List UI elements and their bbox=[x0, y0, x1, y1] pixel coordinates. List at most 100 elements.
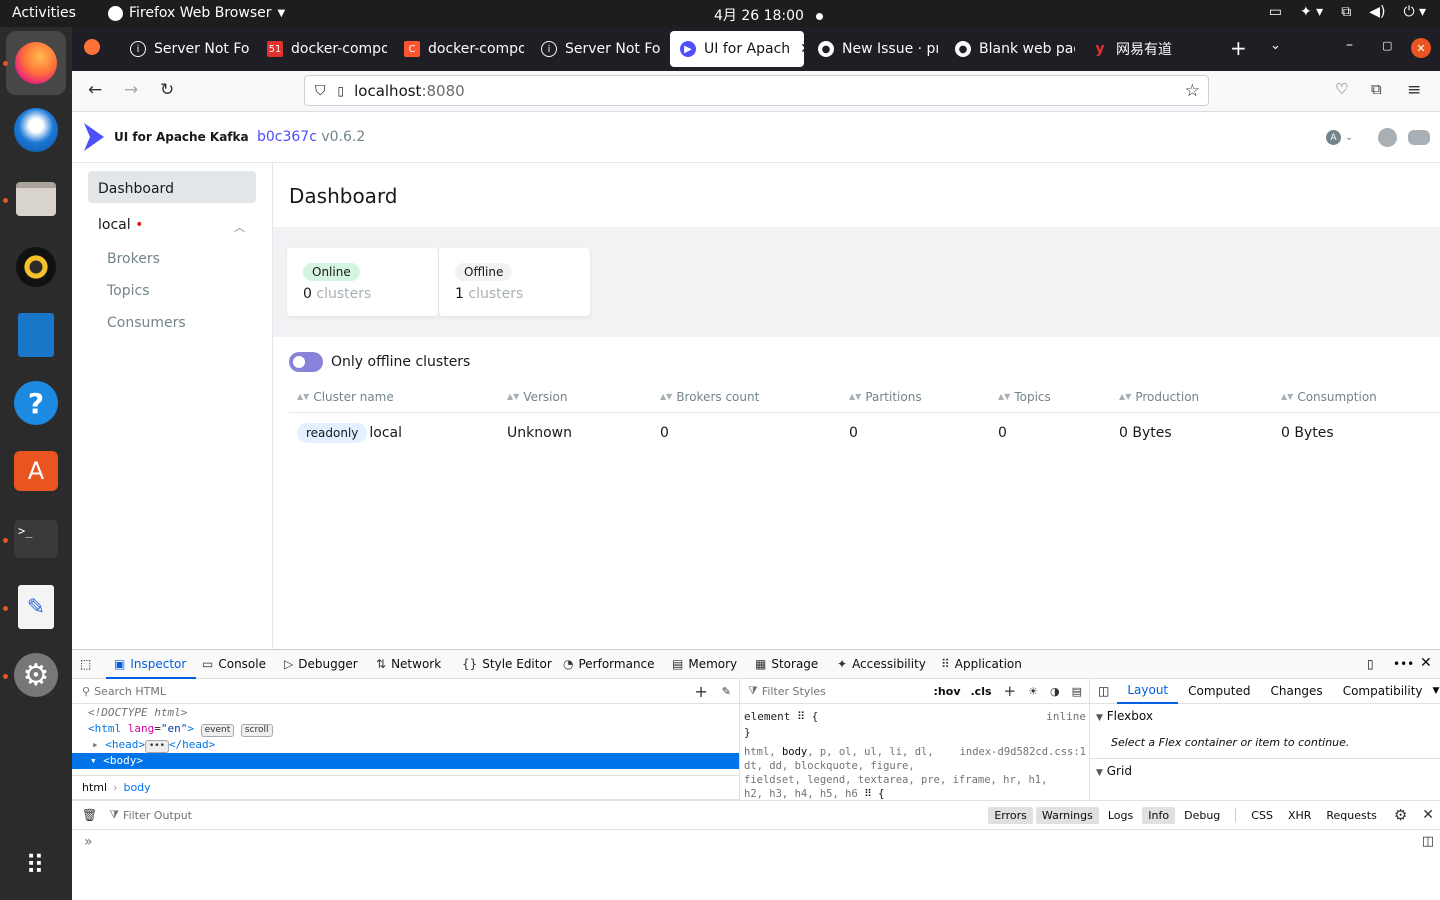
console-input[interactable]: » ◫ bbox=[72, 831, 1440, 861]
minimize-icon[interactable]: – bbox=[1346, 37, 1353, 53]
dock-thunderbird[interactable] bbox=[12, 106, 60, 154]
breadcrumb-html[interactable]: html bbox=[82, 781, 107, 794]
activities-button[interactable]: Activities bbox=[12, 5, 76, 21]
extensions-icon[interactable]: ⧉ bbox=[1371, 80, 1382, 98]
add-node-icon[interactable]: + bbox=[694, 682, 707, 701]
tab-layout[interactable]: Layout bbox=[1117, 678, 1179, 704]
tab-5[interactable]: ● New Issue · pr bbox=[808, 31, 938, 67]
new-tab-icon[interactable]: + bbox=[1230, 36, 1247, 60]
body-node-selected[interactable]: ▾ <body> bbox=[72, 753, 739, 769]
user-menu[interactable]: A ⌄ bbox=[1326, 130, 1353, 145]
flexbox-section[interactable]: ▼ Flexbox bbox=[1096, 709, 1153, 723]
console-settings-icon[interactable]: ⚙ bbox=[1394, 806, 1407, 824]
tab-memory[interactable]: ▤ Memory bbox=[672, 657, 737, 671]
back-icon[interactable]: ← bbox=[88, 80, 102, 100]
tab-network[interactable]: ⇅ Network bbox=[376, 657, 441, 671]
tab-3[interactable]: i Server Not Fou bbox=[531, 31, 661, 67]
tab-2[interactable]: Cdocker-compo bbox=[394, 31, 524, 67]
dock-text-editor[interactable]: ✎ bbox=[12, 583, 60, 631]
offline-toggle[interactable] bbox=[289, 352, 323, 372]
filter-styles-input[interactable]: Filter Styles bbox=[762, 685, 826, 698]
cls-toggle[interactable]: .cls bbox=[971, 685, 992, 698]
rule-file-link[interactable]: index-d9d582cd.css:1 bbox=[960, 745, 1086, 759]
head-node[interactable]: ▸ <head> ••• </head> bbox=[88, 737, 728, 753]
firefox-view-icon[interactable] bbox=[84, 39, 100, 55]
menu-icon[interactable]: ≡ bbox=[1407, 80, 1421, 100]
rule-reset[interactable]: html, body, p, ol, ul, li, dl, index-d9d5… bbox=[744, 745, 1086, 801]
breadcrumb-body[interactable]: body bbox=[123, 781, 150, 794]
tab-list-icon[interactable]: ⌄ bbox=[1270, 38, 1281, 53]
close-tab-icon[interactable]: ✕ bbox=[800, 41, 804, 57]
editor-mode-icon[interactable]: ◫ bbox=[1422, 834, 1434, 849]
tab-computed[interactable]: Computed bbox=[1178, 679, 1260, 703]
filter-requests[interactable]: Requests bbox=[1320, 807, 1382, 824]
sidebar-item-topics[interactable]: Topics bbox=[107, 283, 150, 299]
commit-link[interactable]: b0c367c bbox=[257, 129, 317, 145]
trash-icon[interactable]: 🗑 bbox=[82, 808, 97, 822]
filter-xhr[interactable]: XHR bbox=[1282, 807, 1317, 824]
tab-0[interactable]: i Server Not Fou bbox=[120, 31, 250, 67]
tab-storage[interactable]: ▦ Storage bbox=[755, 657, 818, 671]
clock[interactable]: 4月 26 18:00 bbox=[714, 5, 823, 25]
url-bar[interactable]: ⛉ ▯ localhost:8080 ☆ bbox=[304, 75, 1209, 106]
filter-info[interactable]: Info bbox=[1142, 806, 1176, 824]
scroll-badge[interactable]: scroll bbox=[240, 724, 273, 737]
bookmark-star-icon[interactable]: ☆ bbox=[1185, 81, 1200, 101]
reload-icon[interactable]: ↻ bbox=[160, 80, 174, 100]
col-topics[interactable]: ▲▼ Topics bbox=[998, 390, 1051, 404]
tab-changes[interactable]: Changes bbox=[1260, 679, 1332, 703]
sidebar-item-consumers[interactable]: Consumers bbox=[107, 315, 186, 331]
tab-debugger[interactable]: ▷ Debugger bbox=[284, 657, 358, 671]
light-theme-icon[interactable]: ☀ bbox=[1028, 685, 1038, 698]
chevron-down-icon[interactable]: ▼ bbox=[1433, 686, 1440, 696]
col-production[interactable]: ▲▼ Production bbox=[1119, 390, 1199, 404]
sidebar-item-brokers[interactable]: Brokers bbox=[107, 251, 160, 267]
doctype-node[interactable]: <!DOCTYPE html> bbox=[88, 705, 728, 721]
print-icon[interactable]: ▤ bbox=[1072, 685, 1082, 698]
dock-firefox[interactable] bbox=[6, 31, 66, 95]
dock-settings[interactable]: ⚙ bbox=[12, 651, 60, 699]
cluster-link[interactable]: local bbox=[369, 425, 402, 441]
rule-element[interactable]: element ⠿ {inline } bbox=[744, 709, 1086, 741]
filter-errors[interactable]: Errors bbox=[988, 806, 1033, 824]
filter-debug[interactable]: Debug bbox=[1178, 807, 1226, 824]
dock-writer[interactable] bbox=[12, 311, 60, 359]
kafka-logo-icon[interactable] bbox=[82, 123, 106, 151]
grid-section[interactable]: ▼ Grid bbox=[1090, 758, 1440, 783]
add-rule-icon[interactable]: + bbox=[1004, 682, 1017, 700]
filter-warnings[interactable]: Warnings bbox=[1035, 806, 1099, 824]
github-icon[interactable] bbox=[1378, 128, 1397, 147]
pocket-icon[interactable]: ♡ bbox=[1335, 80, 1348, 98]
sidebar-cluster-local[interactable]: local • bbox=[98, 217, 143, 233]
show-apps-button[interactable]: ⠿ bbox=[12, 842, 60, 890]
filter-output-input[interactable]: Filter Output bbox=[123, 809, 192, 822]
tab-7[interactable]: y 网易有道 bbox=[1082, 31, 1212, 67]
col-brokers-count[interactable]: ▲▼ Brokers count bbox=[660, 390, 759, 404]
responsive-icon[interactable]: ▯ bbox=[1367, 657, 1374, 671]
col-consumption[interactable]: ▲▼ Consumption bbox=[1281, 390, 1377, 404]
dock-help[interactable]: ? bbox=[12, 379, 60, 427]
close-window-icon[interactable]: ✕ bbox=[1411, 38, 1431, 58]
discord-icon[interactable] bbox=[1408, 130, 1430, 145]
filter-css[interactable]: CSS bbox=[1245, 807, 1279, 824]
app-menu[interactable]: Firefox Web Browser ▼ bbox=[108, 5, 285, 21]
more-options-icon[interactable]: ••• bbox=[1393, 657, 1414, 671]
dock-rhythmbox[interactable] bbox=[12, 243, 60, 291]
tab-inspector[interactable]: ▣ Inspector bbox=[106, 657, 196, 679]
tab-4-selected[interactable]: ▶ UI for Apach ✕ bbox=[670, 31, 804, 67]
tab-compatibility[interactable]: Compatibility bbox=[1333, 679, 1433, 703]
hov-toggle[interactable]: :hov bbox=[934, 685, 961, 698]
close-devtools-icon[interactable]: ✕ bbox=[1420, 655, 1432, 671]
sidebar-item-dashboard[interactable]: Dashboard bbox=[88, 171, 256, 203]
element-picker-icon[interactable]: ⬚ bbox=[80, 657, 91, 671]
tab-6[interactable]: ● Blank web pag bbox=[945, 31, 1075, 67]
sidebar-toggle-icon[interactable]: ◫ bbox=[1098, 684, 1109, 698]
system-tray[interactable]: ▭ ✦ ▾ ⧉ ◀) ⏻ ▾ bbox=[1269, 4, 1426, 20]
tab-style-editor[interactable]: {} Style Editor bbox=[462, 657, 552, 671]
dock-terminal[interactable]: >_ bbox=[12, 515, 60, 563]
col-partitions[interactable]: ▲▼ Partitions bbox=[849, 390, 922, 404]
brand-name[interactable]: UI for Apache Kafka bbox=[114, 130, 249, 144]
dark-theme-icon[interactable]: ◑ bbox=[1050, 685, 1060, 698]
tab-1[interactable]: 51 docker-compo bbox=[257, 31, 387, 67]
tab-performance[interactable]: ◔ Performance bbox=[563, 657, 655, 671]
